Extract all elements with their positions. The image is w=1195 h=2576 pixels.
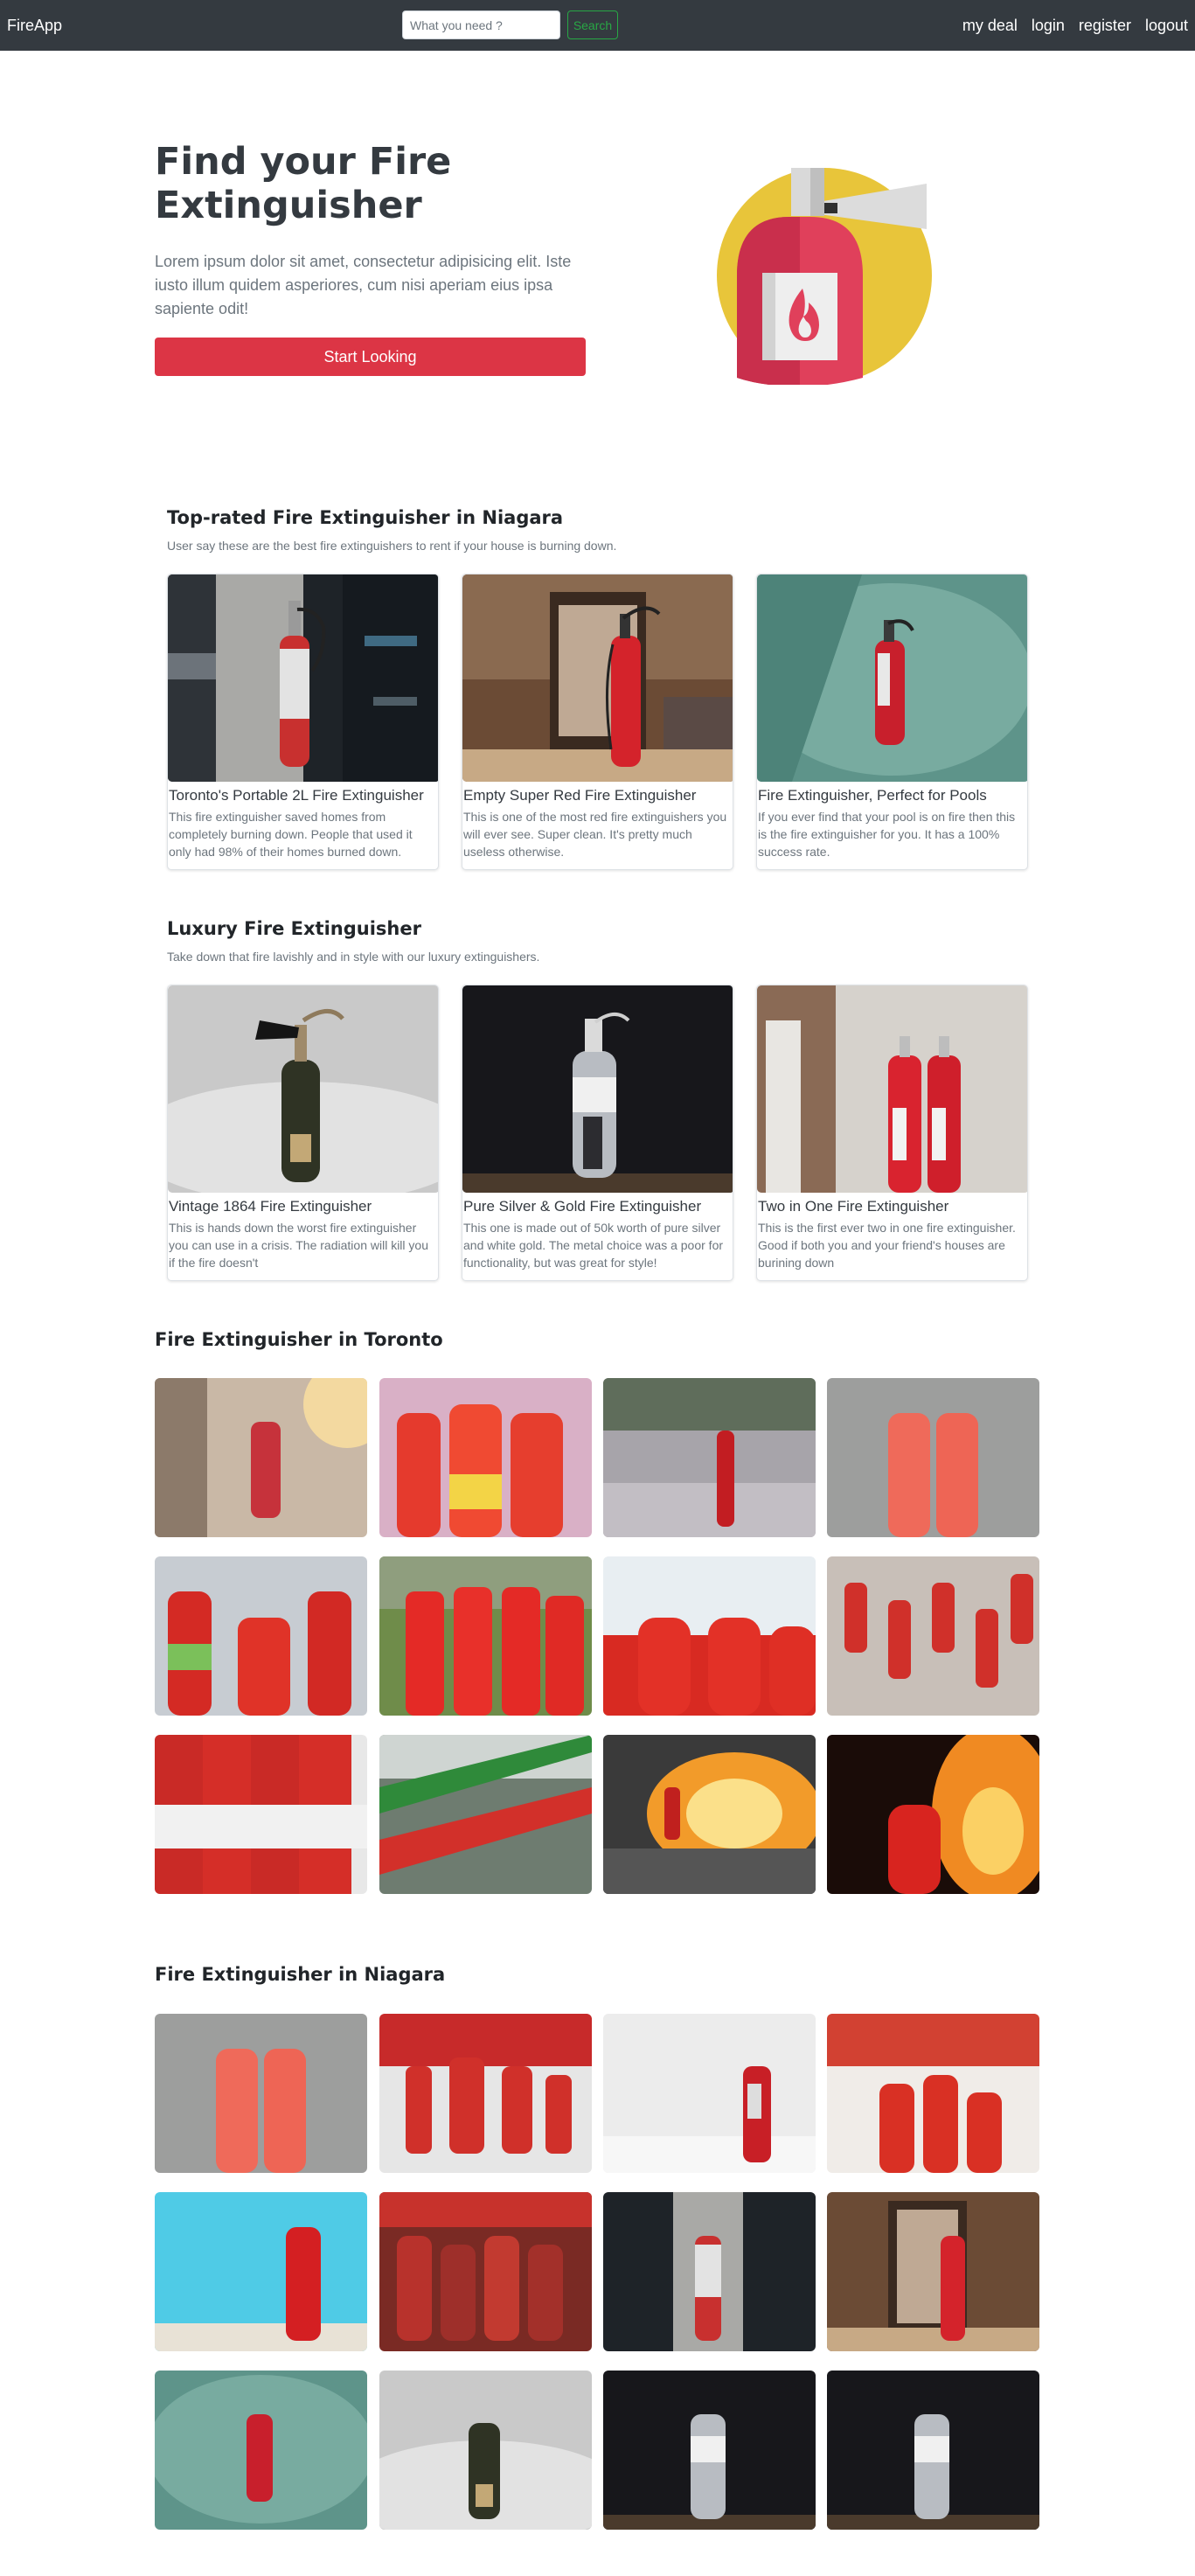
gallery-image[interactable] [379, 2014, 592, 2173]
gallery-image[interactable] [827, 1556, 1039, 1716]
gallery-image[interactable] [827, 1378, 1039, 1537]
product-title: Toronto's Portable 2L Fire Extinguisher [169, 787, 424, 804]
hero-title: Find your Fire Extinguisher [155, 140, 452, 227]
search-form: Search [402, 10, 618, 39]
gallery-image[interactable] [603, 1556, 816, 1716]
search-input[interactable] [402, 10, 560, 39]
product-description: This one is made out of 50k worth of pur… [463, 1221, 724, 1270]
product-description: This fire extinguisher saved homes from … [169, 810, 413, 859]
gallery-image[interactable] [155, 1735, 367, 1894]
luxury-subtitle: Take down that fire lavishly and in styl… [167, 950, 540, 964]
gallery-image[interactable] [155, 2371, 367, 2530]
top-rated-subtitle: User say these are the best fire extingu… [167, 539, 617, 553]
gallery-image[interactable] [827, 2371, 1039, 2530]
hero-text: Lorem ipsum dolor sit amet, consectetur … [155, 253, 572, 317]
niagara-title: Fire Extinguisher in Niagara [155, 1964, 446, 1985]
gallery-image[interactable] [379, 2371, 592, 2530]
gallery-image[interactable] [603, 2371, 816, 2530]
toronto-title: Fire Extinguisher in Toronto [155, 1329, 443, 1350]
gallery-image[interactable] [827, 1735, 1039, 1894]
product-card[interactable]: Pure Silver & Gold Fire Extinguisher Thi… [462, 985, 733, 1281]
gallery-image[interactable] [603, 2192, 816, 2351]
gallery-image[interactable] [155, 2192, 367, 2351]
product-description: This is the first ever two in one fire e… [758, 1221, 1016, 1270]
gallery-image[interactable] [379, 1378, 592, 1537]
product-image [168, 985, 438, 1193]
product-image [757, 574, 1027, 782]
product-description: This is one of the most red fire extingu… [463, 810, 727, 859]
product-image [757, 985, 1027, 1193]
search-button[interactable]: Search [567, 10, 618, 39]
fire-extinguisher-illustration-icon [717, 168, 932, 385]
nav-link-my-deal[interactable]: my deal [962, 17, 1018, 35]
product-title: Fire Extinguisher, Perfect for Pools [758, 787, 987, 804]
product-description: If you ever find that your pool is on fi… [758, 810, 1016, 859]
nav-link-register[interactable]: register [1079, 17, 1131, 35]
product-image [168, 574, 438, 782]
nav-links: my deal login register logout [962, 0, 1188, 51]
gallery-image[interactable] [155, 2014, 367, 2173]
gallery-image[interactable] [603, 1735, 816, 1894]
start-looking-button[interactable]: Start Looking [155, 338, 586, 376]
product-title: Empty Super Red Fire Extinguisher [463, 787, 697, 804]
top-navbar: FireApp Search my deal login register lo… [0, 0, 1195, 51]
product-card[interactable]: Toronto's Portable 2L Fire Extinguisher … [167, 574, 439, 870]
gallery-image[interactable] [379, 1556, 592, 1716]
product-title: Pure Silver & Gold Fire Extinguisher [463, 1198, 702, 1215]
product-card[interactable]: Two in One Fire Extinguisher This is the… [756, 985, 1028, 1281]
gallery-image[interactable] [379, 2192, 592, 2351]
product-image [462, 985, 733, 1193]
brand-link[interactable]: FireApp [7, 17, 62, 35]
product-description: This is hands down the worst fire exting… [169, 1221, 428, 1270]
nav-link-logout[interactable]: logout [1145, 17, 1188, 35]
gallery-image[interactable] [603, 1378, 816, 1537]
luxury-title: Luxury Fire Extinguisher [167, 918, 421, 939]
gallery-image[interactable] [379, 1735, 592, 1894]
gallery-image[interactable] [155, 1556, 367, 1716]
product-card[interactable]: Empty Super Red Fire Extinguisher This i… [462, 574, 733, 870]
nav-link-login[interactable]: login [1032, 17, 1065, 35]
product-image [462, 574, 733, 782]
product-title: Vintage 1864 Fire Extinguisher [169, 1198, 372, 1215]
gallery-image[interactable] [603, 2014, 816, 2173]
gallery-image[interactable] [827, 2192, 1039, 2351]
gallery-image[interactable] [155, 1378, 367, 1537]
top-rated-title: Top-rated Fire Extinguisher in Niagara [167, 507, 564, 528]
product-card[interactable]: Vintage 1864 Fire Extinguisher This is h… [167, 985, 439, 1281]
product-card[interactable]: Fire Extinguisher, Perfect for Pools If … [756, 574, 1028, 870]
gallery-image[interactable] [827, 2014, 1039, 2173]
product-title: Two in One Fire Extinguisher [758, 1198, 949, 1215]
